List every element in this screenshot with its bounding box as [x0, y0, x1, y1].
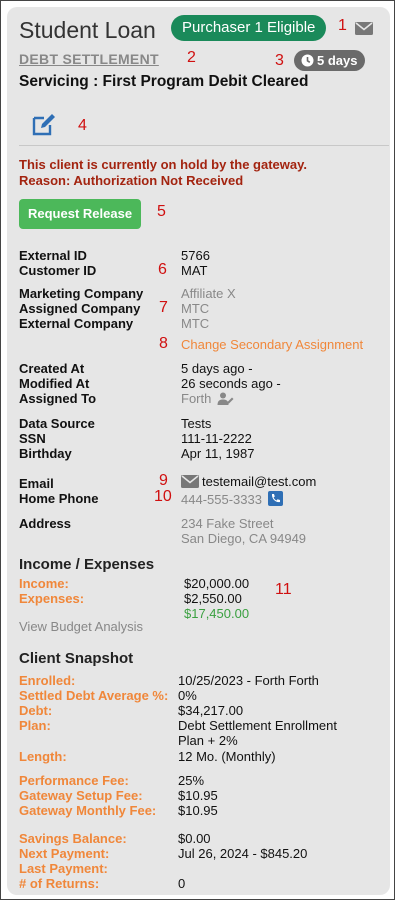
debt-value: $34,217.00	[178, 703, 244, 718]
hold-message: This client is currently on hold by the …	[19, 157, 307, 189]
assigned-to-value: Forth	[181, 391, 234, 408]
marker-11: 11	[275, 581, 292, 598]
home-phone-value: 444-555-3333	[181, 491, 283, 509]
change-secondary-assignment-link[interactable]: Change Secondary Assignment	[181, 337, 363, 352]
marker-10: 10	[154, 488, 172, 505]
debt-label: Debt:	[19, 703, 53, 718]
enrolled-label: Enrolled:	[19, 673, 76, 688]
savings-balance-value: $0.00	[178, 831, 211, 846]
length-label: Length:	[19, 749, 67, 764]
expenses-value: $2,550.00	[184, 591, 242, 606]
marker-7: 7	[159, 299, 168, 316]
next-payment-label: Next Payment:	[19, 846, 110, 861]
last-payment-label: Last Payment:	[19, 861, 108, 876]
modified-at-label: Modified At	[19, 376, 90, 391]
home-phone-label: Home Phone	[19, 491, 99, 506]
settled-debt-average-value: 0%	[178, 688, 197, 703]
enrolled-value: 10/25/2023 - Forth Forth	[178, 673, 319, 688]
marker-3: 3	[275, 52, 284, 69]
external-company-label: External Company	[19, 316, 134, 331]
ssn-label: SSN	[19, 431, 46, 446]
program-link[interactable]: DEBT SETTLEMENT	[19, 51, 159, 67]
eligibility-badge: Purchaser 1 Eligible	[171, 15, 327, 41]
income-expenses-heading: Income / Expenses	[19, 556, 155, 573]
hold-reason: Reason: Authorization Not Received	[19, 173, 244, 188]
email-value: testemail@test.com	[181, 474, 316, 491]
view-budget-analysis-link[interactable]: View Budget Analysis	[19, 619, 143, 634]
gateway-monthly-fee-label: Gateway Monthly Fee:	[19, 803, 157, 818]
assigned-company-value: MTC	[181, 301, 210, 316]
marker-4: 4	[78, 117, 87, 134]
income-label: Income:	[19, 576, 69, 591]
data-source-label: Data Source	[19, 416, 95, 431]
servicing-status: Servicing : First Program Debit Cleared	[19, 73, 309, 90]
assigned-company-label: Assigned Company	[19, 301, 141, 316]
performance-fee-label: Performance Fee:	[19, 773, 129, 788]
days-badge: 5 days	[294, 50, 366, 71]
gateway-setup-fee-value: $10.95	[178, 788, 218, 803]
returns-value: 0	[178, 876, 186, 891]
divider	[19, 145, 389, 146]
modified-at-value: 26 seconds ago -	[181, 376, 281, 391]
envelope-icon[interactable]	[181, 475, 199, 491]
next-payment-value: Jul 26, 2024 - $845.20	[178, 846, 308, 861]
gateway-monthly-fee-value: $10.95	[178, 803, 218, 818]
income-value: $20,000.00	[184, 576, 250, 591]
assigned-to-name[interactable]: Forth	[181, 391, 211, 406]
client-snapshot-heading: Client Snapshot	[19, 650, 134, 667]
marker-1: 1	[338, 17, 347, 34]
phone-icon[interactable]	[267, 491, 283, 509]
created-at-value: 5 days ago -	[181, 361, 253, 376]
client-card: Student Loan Purchaser 1 Eligible 1 DEBT…	[7, 7, 390, 895]
marker-8: 8	[159, 335, 168, 352]
returns-label: # of Returns:	[19, 876, 100, 891]
phone-number[interactable]: 444-555-3333	[181, 492, 262, 507]
marker-2: 2	[187, 49, 196, 66]
marker-5: 5	[157, 203, 166, 220]
clock-icon	[301, 54, 314, 67]
assigned-to-label: Assigned To	[19, 391, 97, 406]
edit-icon[interactable]	[31, 113, 57, 140]
ssn-value: 111-11-2222	[181, 431, 252, 446]
performance-fee-value: 25%	[178, 773, 205, 788]
external-id-label: External ID	[19, 248, 87, 263]
savings-balance-label: Savings Balance:	[19, 831, 127, 846]
external-id-value: 5766	[181, 248, 210, 263]
marketing-company-label: Marketing Company	[19, 286, 144, 301]
plan-value-line-2: Plan + 2%	[178, 733, 238, 748]
settled-debt-average-label: Settled Debt Average %:	[19, 688, 169, 703]
expenses-label: Expenses:	[19, 591, 85, 606]
customer-id-label: Customer ID	[19, 263, 97, 278]
address-line-1: 234 Fake Street	[181, 516, 274, 531]
days-badge-label: 5 days	[317, 53, 358, 68]
customer-id-value: MAT	[181, 263, 208, 278]
user-edit-icon[interactable]	[217, 392, 234, 408]
created-at-label: Created At	[19, 361, 85, 376]
page-title: Student Loan	[19, 17, 156, 43]
external-company-value: MTC	[181, 316, 210, 331]
hold-message-line: This client is currently on hold by the …	[19, 157, 307, 172]
address-line-2: San Diego, CA 94949	[181, 531, 307, 546]
email-address[interactable]: testemail@test.com	[202, 474, 316, 489]
request-release-button[interactable]: Request Release	[19, 199, 142, 229]
birthday-label: Birthday	[19, 446, 72, 461]
plan-label: Plan:	[19, 718, 51, 733]
gateway-setup-fee-label: Gateway Setup Fee:	[19, 788, 143, 803]
address-label: Address	[19, 516, 72, 531]
email-label: Email	[19, 476, 54, 491]
birthday-value: Apr 11, 1987	[181, 446, 255, 461]
page-frame: Student Loan Purchaser 1 Eligible 1 DEBT…	[0, 0, 395, 900]
net-income-value: $17,450.00	[184, 606, 250, 621]
plan-value-line-1: Debt Settlement Enrollment	[178, 718, 337, 733]
data-source-value: Tests	[181, 416, 212, 431]
marker-6: 6	[158, 261, 167, 278]
marketing-company-value: Affiliate X	[181, 286, 236, 301]
length-value: 12 Mo. (Monthly)	[178, 749, 276, 764]
mail-icon[interactable]	[355, 22, 373, 38]
